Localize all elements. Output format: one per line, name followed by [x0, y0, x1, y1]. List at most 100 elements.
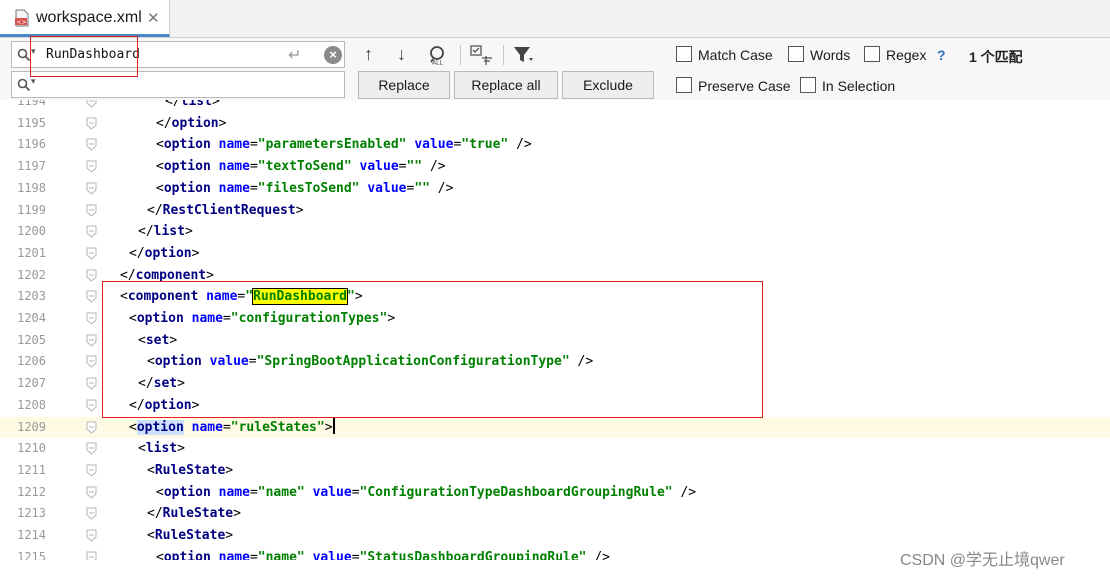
regex-help-link[interactable]: ?: [937, 47, 946, 63]
code-text[interactable]: <option name="ruleStates">: [129, 416, 335, 439]
code-line[interactable]: 1209 <option name="ruleStates">: [0, 416, 1110, 439]
code-line[interactable]: 1212 <option name="name" value="Configura…: [0, 482, 1110, 504]
code-text[interactable]: <RuleState>: [147, 525, 233, 547]
regex-option[interactable]: Regex: [864, 46, 926, 63]
fold-marker-icon[interactable]: [86, 377, 97, 390]
clear-search-icon[interactable]: ×: [324, 46, 342, 64]
fold-marker-icon[interactable]: [86, 160, 97, 173]
code-text[interactable]: <RuleState>: [147, 460, 233, 482]
line-number: 1207: [17, 376, 46, 391]
in-selection-option[interactable]: In Selection: [800, 77, 895, 94]
code-text[interactable]: </option>: [129, 395, 199, 417]
enter-icon: ↵: [288, 47, 302, 64]
code-text[interactable]: </option>: [156, 113, 226, 135]
match-case-option[interactable]: Match Case: [676, 46, 773, 63]
code-line[interactable]: 1197 <option name="textToSend" value="" /…: [0, 156, 1110, 178]
code-text[interactable]: <option name="name" value="Configuration…: [156, 482, 696, 504]
code-text[interactable]: <option name="name" value="StatusDashboa…: [156, 547, 610, 560]
fold-marker-icon[interactable]: [86, 529, 97, 542]
code-text[interactable]: </option>: [129, 243, 199, 265]
replace-all-button[interactable]: Replace all: [454, 71, 558, 99]
select-all-occurrences-icon[interactable]: ALL: [427, 45, 449, 65]
line-number: 1209: [17, 419, 46, 434]
fold-marker-icon[interactable]: [86, 312, 97, 325]
code-line[interactable]: 1202 </component>: [0, 265, 1110, 287]
history-dropdown-icon[interactable]: ▾: [31, 76, 36, 87]
code-text[interactable]: </list>: [165, 100, 220, 113]
fold-marker-icon[interactable]: [86, 355, 97, 369]
code-line[interactable]: 1200 </list>: [0, 221, 1110, 243]
match-case-checkbox[interactable]: [676, 46, 692, 62]
code-line[interactable]: 1195 </option>: [0, 113, 1110, 135]
code-text[interactable]: <option name="parametersEnabled" value="…: [156, 134, 532, 156]
code-text[interactable]: <option name="filesToSend" value="" />: [156, 178, 453, 200]
code-text[interactable]: </set>: [138, 373, 185, 395]
funnel-filter-icon[interactable]: [513, 45, 535, 65]
fold-marker-icon[interactable]: [86, 225, 97, 238]
code-line[interactable]: 1196 <option name="parametersEnabled" val…: [0, 134, 1110, 156]
code-line[interactable]: 1214 <RuleState>: [0, 525, 1110, 547]
code-text[interactable]: </RuleState>: [147, 503, 241, 525]
fold-marker-icon[interactable]: [86, 507, 97, 520]
code-line[interactable]: 1194 </list>: [0, 100, 1110, 113]
fold-marker-icon[interactable]: [86, 182, 97, 195]
code-line[interactable]: 1207 </set>: [0, 373, 1110, 395]
code-line[interactable]: 1210 <list>: [0, 438, 1110, 460]
fold-marker-icon[interactable]: [86, 269, 97, 282]
replace-button[interactable]: Replace: [358, 71, 450, 99]
fold-marker-icon[interactable]: [86, 117, 97, 130]
fold-marker-icon[interactable]: [86, 100, 97, 108]
fold-marker-icon[interactable]: [86, 334, 97, 347]
search-input[interactable]: RunDashboard: [46, 47, 140, 62]
words-option[interactable]: Words: [788, 46, 850, 63]
previous-occurrence-icon[interactable]: ↑: [364, 44, 373, 65]
fold-marker-icon[interactable]: [86, 486, 97, 499]
tab-workspace-xml[interactable]: <> workspace.xml ✕: [0, 0, 170, 37]
filter-search-results-icon[interactable]: [470, 44, 494, 66]
line-number: 1204: [17, 311, 46, 325]
fold-marker-icon[interactable]: [86, 421, 97, 434]
code-text[interactable]: <component name="RunDashboard">: [120, 286, 363, 308]
regex-checkbox[interactable]: [864, 46, 880, 62]
code-text[interactable]: <list>: [138, 438, 185, 460]
code-text[interactable]: <option name="configurationTypes">: [129, 308, 395, 330]
code-line[interactable]: 1211 <RuleState>: [0, 460, 1110, 482]
fold-marker-icon[interactable]: [86, 442, 97, 455]
code-editor[interactable]: 1194 </list> 1195 </option> 1196 <option name…: [0, 100, 1110, 560]
in-selection-label: In Selection: [822, 78, 896, 94]
code-line[interactable]: 1203 <component name="RunDashboard">: [0, 286, 1110, 308]
replace-field[interactable]: ▾: [11, 71, 345, 98]
fold-marker-icon[interactable]: [86, 290, 97, 303]
fold-marker-icon[interactable]: [86, 247, 97, 260]
fold-marker-icon[interactable]: [86, 464, 97, 477]
code-text[interactable]: <option value="SpringBootApplicationConf…: [147, 351, 593, 373]
search-field[interactable]: ▾ RunDashboard ↵ ×: [11, 41, 345, 68]
code-line[interactable]: 1208 </option>: [0, 395, 1110, 417]
code-text[interactable]: </list>: [138, 221, 193, 243]
code-line[interactable]: 1206 <option value="SpringBootApplication…: [0, 351, 1110, 373]
fold-marker-icon[interactable]: [86, 399, 97, 412]
code-line[interactable]: 1198 <option name="filesToSend" value="" …: [0, 178, 1110, 200]
fold-marker-icon[interactable]: [86, 204, 97, 217]
code-line[interactable]: 1201 </option>: [0, 243, 1110, 265]
exclude-button[interactable]: Exclude: [562, 71, 654, 99]
words-label: Words: [810, 47, 851, 63]
code-text[interactable]: <option name="textToSend" value="" />: [156, 156, 446, 178]
in-selection-checkbox[interactable]: [800, 77, 816, 93]
history-dropdown-icon[interactable]: ▾: [31, 46, 36, 57]
code-text[interactable]: </RestClientRequest>: [147, 200, 304, 222]
preserve-case-option[interactable]: Preserve Case: [676, 77, 791, 94]
fold-marker-icon[interactable]: [86, 551, 97, 560]
code-text[interactable]: <set>: [138, 330, 177, 352]
next-occurrence-icon[interactable]: ↓: [397, 44, 406, 65]
close-icon[interactable]: ✕: [147, 9, 160, 27]
code-line[interactable]: 1205 <set>: [0, 330, 1110, 352]
code-text[interactable]: </component>: [120, 265, 214, 287]
words-checkbox[interactable]: [788, 46, 804, 62]
code-line[interactable]: 1213 </RuleState>: [0, 503, 1110, 525]
fold-marker-icon[interactable]: [86, 138, 97, 152]
preserve-case-checkbox[interactable]: [676, 77, 692, 93]
svg-text:ALL: ALL: [432, 60, 443, 66]
code-line[interactable]: 1204 <option name="configurationTypes">: [0, 308, 1110, 330]
code-line[interactable]: 1199 </RestClientRequest>: [0, 200, 1110, 222]
